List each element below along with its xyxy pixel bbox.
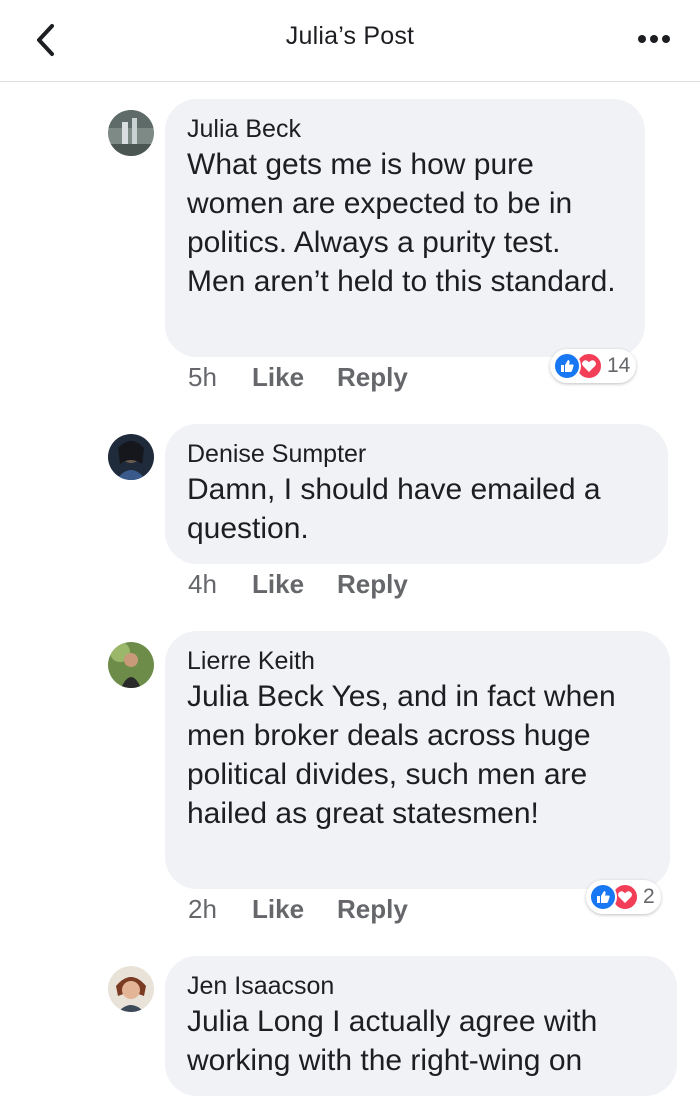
comment-text: Julia Beck Yes, and in fact when men bro… bbox=[187, 677, 648, 833]
comment-author[interactable]: Julia Beck bbox=[187, 113, 623, 145]
reply-button[interactable]: Reply bbox=[337, 569, 408, 600]
like-reaction-icon bbox=[589, 883, 617, 911]
comment-bubble[interactable]: Jen Isaacson Julia Long I actually agree… bbox=[165, 956, 677, 1096]
post-header: Julia’s Post bbox=[0, 0, 700, 82]
reply-button[interactable]: Reply bbox=[337, 362, 408, 393]
avatar-image bbox=[108, 434, 154, 480]
avatar[interactable] bbox=[108, 110, 154, 156]
like-reaction-icon bbox=[553, 352, 581, 380]
comment-author[interactable]: Jen Isaacson bbox=[187, 970, 655, 1002]
avatar[interactable] bbox=[108, 434, 154, 480]
page-title: Julia’s Post bbox=[285, 22, 415, 50]
reaction-count: 14 bbox=[607, 354, 631, 377]
like-button[interactable]: Like bbox=[252, 362, 337, 393]
avatar-image bbox=[108, 642, 154, 688]
avatar[interactable] bbox=[108, 642, 154, 688]
comment-time[interactable]: 5h bbox=[188, 362, 252, 393]
more-horizontal-icon bbox=[638, 35, 670, 43]
like-button[interactable]: Like bbox=[252, 569, 337, 600]
comment-bubble[interactable]: Julia Beck What gets me is how pure wome… bbox=[165, 99, 645, 357]
comment-time[interactable]: 4h bbox=[188, 569, 252, 600]
comment-text: Damn, I should have emailed a question. bbox=[187, 473, 601, 545]
comment-text: Julia Long I actually agree with working… bbox=[187, 1002, 655, 1080]
more-options-button[interactable] bbox=[634, 24, 674, 54]
avatar[interactable] bbox=[108, 966, 154, 1012]
comment-actions: 5h Like Reply bbox=[188, 362, 408, 393]
comment-bubble[interactable]: Lierre Keith Julia Beck Yes, and in fact… bbox=[165, 631, 670, 889]
avatar-image bbox=[108, 110, 154, 156]
comment-author[interactable]: Lierre Keith bbox=[187, 645, 648, 677]
comment-author[interactable]: Denise Sumpter bbox=[187, 438, 646, 470]
reaction-summary[interactable]: 14 bbox=[550, 349, 637, 383]
reaction-summary[interactable]: 2 bbox=[586, 880, 661, 914]
like-button[interactable]: Like bbox=[252, 894, 337, 925]
comment-bubble[interactable]: Denise Sumpter Damn, I should have email… bbox=[165, 424, 668, 564]
comment-mention[interactable]: Julia Long bbox=[187, 1005, 324, 1038]
comment-text: What gets me is how pure women are expec… bbox=[187, 148, 616, 298]
comment-time[interactable]: 2h bbox=[188, 894, 252, 925]
reply-button[interactable]: Reply bbox=[337, 894, 408, 925]
reaction-count: 2 bbox=[643, 885, 655, 908]
avatar-image bbox=[108, 966, 154, 1012]
comment-mention[interactable]: Julia Beck bbox=[187, 680, 324, 713]
comment-actions: 2h Like Reply bbox=[188, 894, 408, 925]
comment-actions: 4h Like Reply bbox=[188, 569, 408, 600]
